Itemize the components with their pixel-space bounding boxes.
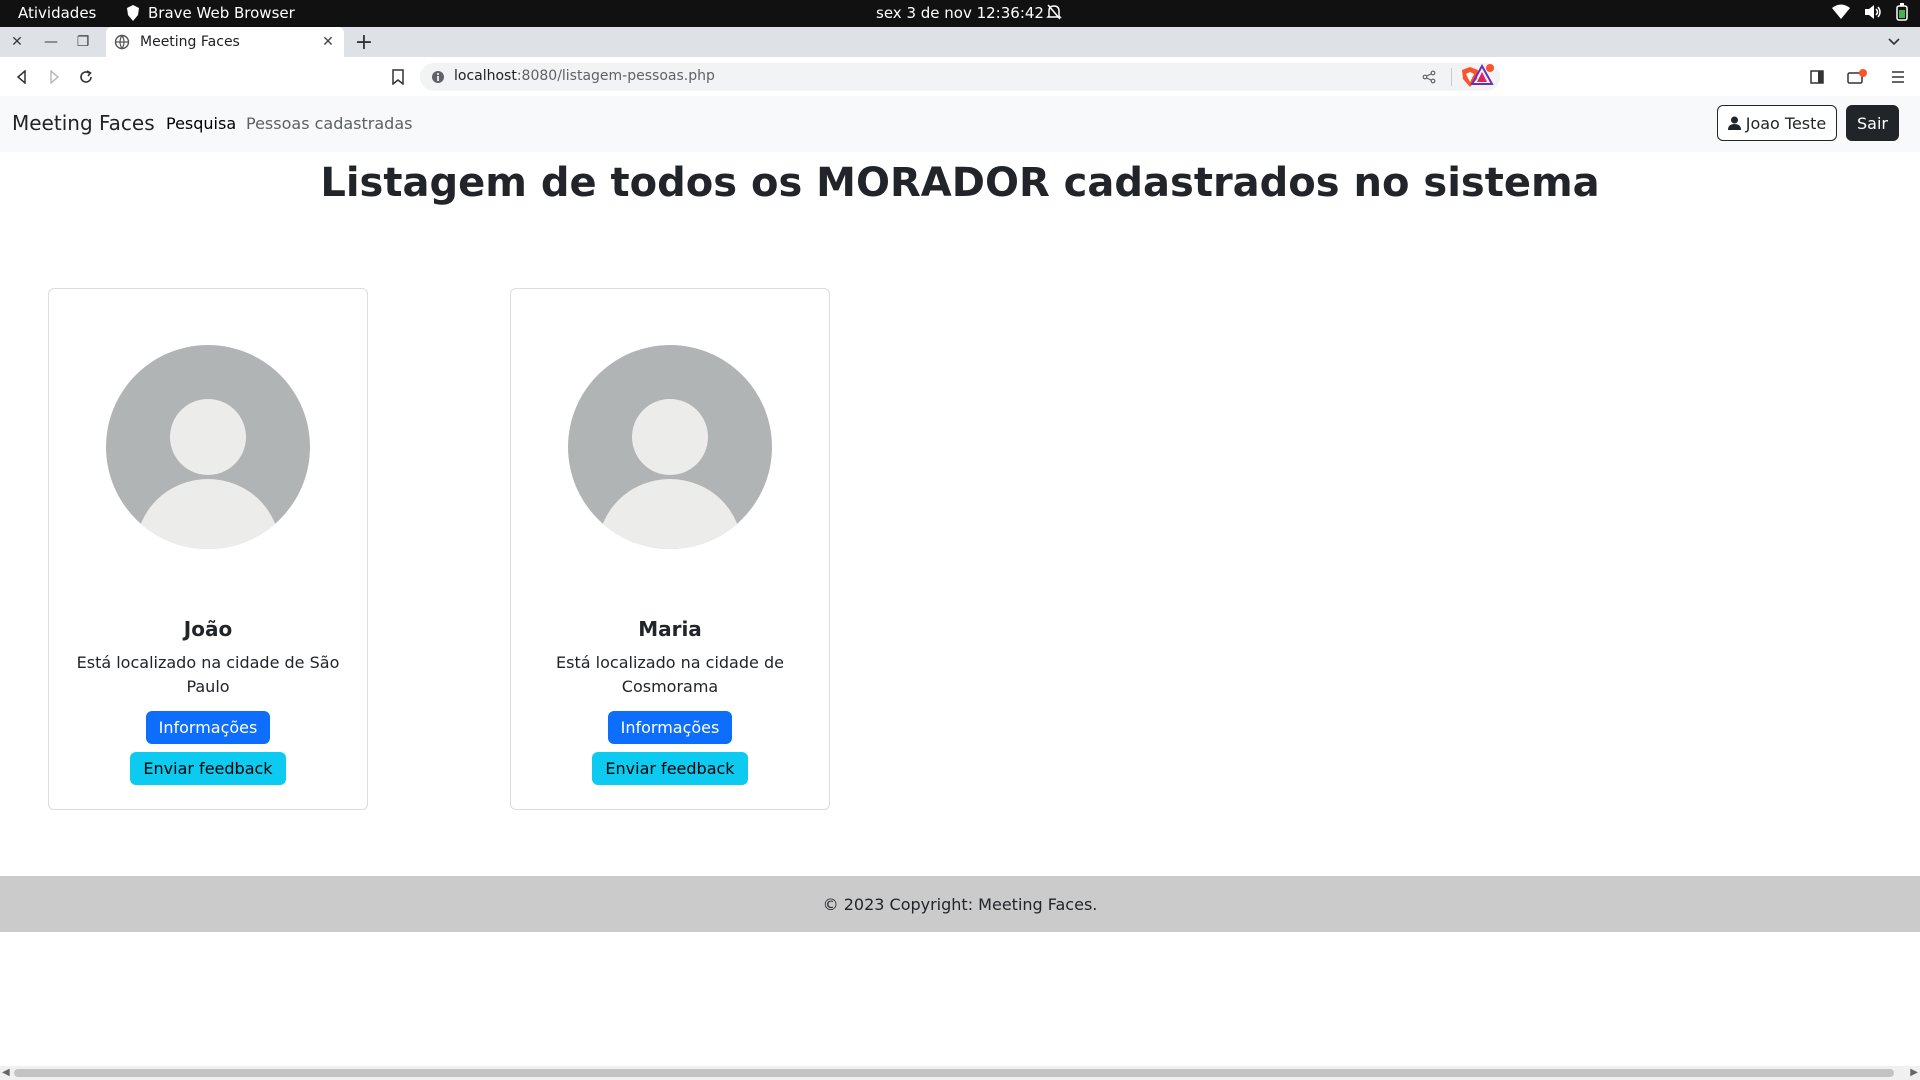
scrollbar-thumb[interactable]	[14, 1069, 1894, 1077]
wifi-icon[interactable]	[1832, 4, 1850, 24]
page-title: Listagem de todos os MORADOR cadastrados…	[320, 160, 1600, 206]
brave-rewards-icon[interactable]	[1470, 63, 1494, 87]
tab-strip: ✕ — ❐ Meeting Faces ✕ +	[0, 27, 1920, 57]
notifications-muted-icon[interactable]	[1046, 3, 1062, 25]
page-footer: © 2023 Copyright: Meeting Faces.	[0, 876, 1920, 932]
window-minimize-icon[interactable]: —	[40, 31, 62, 53]
volume-icon[interactable]	[1864, 4, 1882, 24]
tab-list-chevron-icon[interactable]	[1882, 30, 1906, 54]
app-name: Brave Web Browser	[148, 4, 295, 22]
nav-link-pessoas-cadastradas[interactable]: Pessoas cadastradas	[246, 114, 412, 133]
os-top-bar: Atividades Brave Web Browser sex 3 de no…	[0, 0, 1920, 27]
person-card: João Está localizado na cidade de São Pa…	[48, 288, 368, 810]
feedback-button[interactable]: Enviar feedback	[130, 752, 286, 785]
wallet-icon[interactable]	[1845, 65, 1869, 89]
info-button[interactable]: Informações	[145, 711, 271, 744]
user-profile-button[interactable]: Joao Teste	[1717, 105, 1837, 141]
app-menu[interactable]: Brave Web Browser	[126, 4, 295, 22]
nav-link-pesquisa[interactable]: Pesquisa	[166, 114, 236, 133]
feedback-button[interactable]: Enviar feedback	[592, 752, 748, 785]
navbar-brand[interactable]: Meeting Faces	[12, 111, 155, 135]
reload-icon[interactable]	[74, 65, 98, 89]
url-text: localhost:8080/listagem-pessoas.php	[454, 68, 715, 84]
person-name: João	[183, 617, 233, 641]
person-city: Está localizado na cidade de Cosmorama	[556, 653, 784, 696]
browser-toolbar: localhost:8080/listagem-pessoas.php	[0, 57, 1920, 97]
info-button[interactable]: Informações	[607, 711, 733, 744]
battery-icon[interactable]	[1896, 3, 1908, 25]
avatar-placeholder-icon	[106, 345, 310, 549]
scroll-left-icon[interactable]: ◀	[2, 1067, 10, 1078]
person-city: Está localizado na cidade de São Paulo	[76, 653, 340, 696]
activities-button[interactable]: Atividades	[18, 4, 96, 22]
forward-icon[interactable]	[42, 65, 66, 89]
scroll-right-icon[interactable]: ▶	[1910, 1067, 1918, 1078]
logout-button[interactable]: Sair	[1846, 105, 1899, 141]
url-host: localhost	[454, 68, 517, 84]
user-name: Joao Teste	[1745, 113, 1827, 133]
person-card: Maria Está localizado na cidade de Cosmo…	[510, 288, 830, 810]
url-divider	[1451, 68, 1452, 86]
back-icon[interactable]	[10, 65, 34, 89]
sidebar-icon[interactable]	[1805, 65, 1829, 89]
brave-app-icon	[127, 5, 139, 21]
footer-copyright: © 2023 Copyright: Meeting Faces.	[822, 894, 1098, 914]
globe-icon	[114, 34, 130, 50]
url-path: :8080/listagem-pessoas.php	[516, 68, 715, 84]
menu-icon[interactable]	[1886, 65, 1910, 89]
tab-meeting-faces[interactable]: Meeting Faces ✕	[106, 27, 344, 57]
new-tab-icon[interactable]: +	[352, 30, 376, 55]
tab-title: Meeting Faces	[140, 34, 240, 50]
horizontal-scrollbar[interactable]: ◀ ▶	[0, 1066, 1920, 1080]
share-icon[interactable]	[1422, 69, 1436, 88]
avatar-placeholder-icon	[568, 345, 772, 549]
address-bar[interactable]: localhost:8080/listagem-pessoas.php	[420, 63, 1500, 91]
datetime[interactable]: sex 3 de nov 12:36:42	[876, 4, 1044, 22]
tab-close-icon[interactable]: ✕	[318, 32, 338, 52]
person-name: Maria	[638, 617, 702, 641]
site-navbar: Meeting Faces Pesquisa Pessoas cadastrad…	[0, 96, 1920, 152]
window-close-icon[interactable]: ✕	[6, 31, 28, 53]
bookmark-icon[interactable]	[386, 65, 410, 89]
site-info-icon[interactable]	[430, 69, 446, 85]
person-icon	[1727, 116, 1741, 130]
window-restore-icon[interactable]: ❐	[72, 31, 94, 53]
